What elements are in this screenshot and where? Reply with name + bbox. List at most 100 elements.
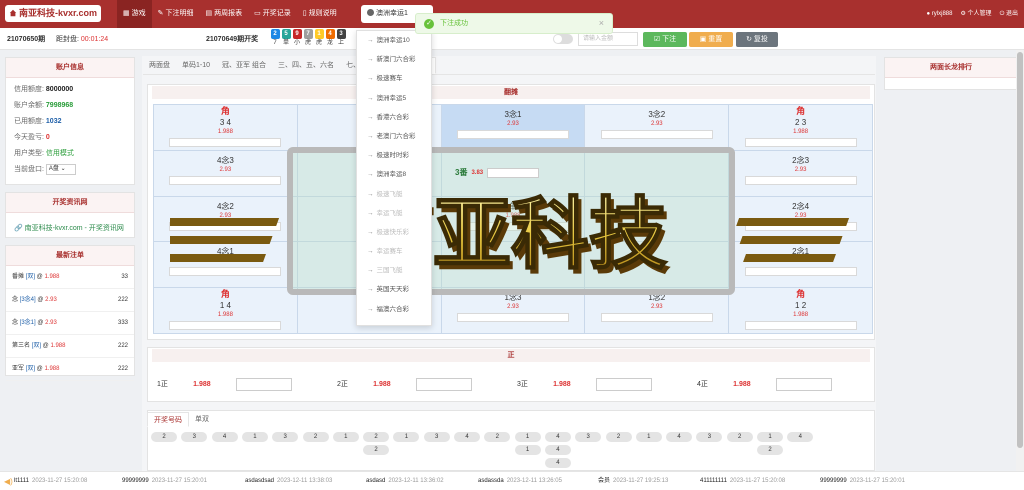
cell-amount-input[interactable] — [169, 321, 282, 331]
bet-cell[interactable]: 1念3 2.93 — [441, 288, 586, 334]
site-logo[interactable]: 南亚科技-kvxr.com — [5, 5, 101, 22]
result-ball: 9 — [292, 29, 302, 39]
cell-amount-input[interactable] — [744, 267, 857, 277]
cell-amount-input[interactable] — [456, 130, 569, 139]
cell-amount-input[interactable] — [600, 130, 713, 139]
zheng-amount-input[interactable] — [235, 377, 292, 391]
bet-cell[interactable]: 2念1 2.93 — [729, 242, 873, 289]
recent-bet-amount: 33 — [121, 274, 128, 280]
bet-cell[interactable]: 4念3 2.93 — [154, 150, 298, 197]
lottery-menu-item[interactable]: → 英国天天彩 — [357, 280, 431, 299]
result-ball-col: 27 — [270, 29, 280, 48]
result-ball-col: 4龙 — [325, 29, 335, 48]
recent-bet-desc: 念 [3念4] @ 2.93 — [12, 289, 57, 311]
lottery-menu-item[interactable]: → 新澳门六合彩 — [357, 50, 431, 69]
lottery-menu-item[interactable]: → 极速飞艇 — [357, 185, 431, 204]
cell-amount-input[interactable] — [169, 267, 282, 277]
result-chip: 3 — [423, 432, 450, 442]
lottery-menu-label: 老澳门六合彩 — [376, 132, 416, 140]
bet-cell[interactable]: 4念2 2.93 — [154, 196, 298, 243]
lottery-menu-item[interactable]: → 澳洲幸运5 — [357, 89, 431, 108]
tab-draw-numbers[interactable]: 开奖号码 — [147, 412, 189, 427]
result-ball-col: 5单 — [281, 29, 291, 48]
recent-bet-code: [双] — [31, 343, 42, 349]
bet-cell[interactable]: 2念3 2.93 — [729, 150, 873, 197]
cell-amount-input[interactable] — [744, 138, 857, 147]
lottery-menu-item[interactable]: → 香港六合彩 — [357, 108, 431, 127]
nav-item-bet-details[interactable]: ✎ 下注明细 — [152, 0, 200, 28]
cell-amount-input[interactable] — [744, 321, 857, 331]
center-bet[interactable]: 3番 3.83 — [455, 167, 540, 178]
check-circle-icon: ✓ — [424, 19, 434, 29]
bet-cell[interactable]: 1念2 2.93 — [585, 288, 730, 334]
lottery-menu-item[interactable]: → 福澳六合彩 — [357, 300, 431, 319]
game-tab[interactable]: 两面盘 — [143, 57, 176, 74]
cell-odds: 2.93 — [219, 212, 232, 219]
grid-icon: ▦ — [123, 10, 130, 17]
bet-cell[interactable]: 3念1 2.93 — [441, 105, 586, 151]
game-tab[interactable]: 三、四、五、六名 — [272, 57, 340, 74]
nav-item-games[interactable]: ▦ 游戏 — [117, 0, 152, 28]
arrow-right-icon: → — [367, 113, 374, 121]
nav-item-reports[interactable]: ▤ 两周报表 — [200, 0, 249, 28]
close-icon[interactable]: × — [599, 18, 604, 29]
amount-input[interactable]: 请输入金额 — [578, 32, 638, 46]
lottery-menu-item[interactable]: → 极速赛车 — [357, 69, 431, 88]
bet-cell[interactable]: 角 3 4 1.988 — [154, 105, 298, 151]
lottery-menu-item[interactable]: → 澳洲幸运8 — [357, 165, 431, 184]
page-scrollbar[interactable] — [1016, 50, 1024, 471]
cell-amount-input[interactable] — [744, 221, 857, 231]
nav-item-rules[interactable]: ▯ 规则说明 — [297, 0, 343, 28]
bet-cell[interactable]: 角1 2 1.988 — [729, 288, 873, 334]
cell-amount-input[interactable] — [600, 313, 713, 323]
game-tab[interactable]: 单码1-10 — [176, 57, 216, 74]
nav-item-draw-records[interactable]: ▭ 开奖记录 — [248, 0, 297, 28]
disk-select[interactable]: A盘 ⌄ — [45, 163, 76, 175]
disk-select-value: A盘 — [48, 165, 59, 172]
tab-odd-even[interactable]: 单双 — [189, 412, 215, 427]
cell-amount-input[interactable] — [744, 175, 857, 185]
cell-name: 4念1 — [216, 247, 234, 257]
cell-amount-input[interactable] — [169, 138, 282, 147]
bet-cell[interactable]: 3念2 2.93 — [585, 105, 730, 151]
arrow-right-icon: → — [367, 37, 374, 44]
lottery-menu-item[interactable]: → 幸运飞艇 — [357, 204, 431, 223]
bet-cell[interactable]: 角 2 3 1.988 — [729, 105, 873, 151]
cell-amount-input[interactable] — [456, 313, 569, 323]
news-link[interactable]: 🔗 南亚科技-kvxr.com - 开奖资讯网 — [6, 213, 134, 243]
cell-amount-input[interactable] — [169, 175, 282, 185]
lottery-menu-item[interactable]: → 老澳门六合彩 — [357, 127, 431, 146]
lottery-menu-item[interactable]: → 幸运赛车 — [357, 242, 431, 261]
lottery-menu-label: 极速赛车 — [376, 75, 403, 83]
lottery-menu-item[interactable]: → 三国飞艇 — [357, 261, 431, 280]
restore-button[interactable]: ↻ 复投 — [736, 32, 778, 47]
center-bet-input[interactable] — [487, 167, 540, 178]
personal-manage-link[interactable]: ⚙ 个人管理 — [960, 0, 991, 28]
current-period: 21070650期 — [7, 36, 46, 43]
recent-bet-code: [3念1] — [19, 320, 36, 326]
ticker-time: 2023-11-27 15:20:01 — [849, 478, 905, 484]
cell-amount-input[interactable] — [169, 221, 282, 231]
zheng-amount-input[interactable] — [415, 377, 472, 391]
recent-bets-panel: 最新注单 番摊 [双] @ 1.988 33 念 [3念4] @ 2.93 222 念 … — [5, 245, 135, 381]
zheng-amount-input[interactable] — [775, 377, 832, 391]
bet-cell[interactable]: 2念4 2.93 — [729, 196, 873, 243]
arrow-right-icon: → — [367, 267, 374, 275]
user-name[interactable]: ● rylxj888 — [927, 0, 953, 28]
zheng-amount-input[interactable] — [595, 377, 652, 391]
nav-label: 下注明细 — [165, 10, 194, 17]
scrollbar-thumb[interactable] — [1017, 52, 1023, 448]
lottery-menu-label: 澳洲幸运8 — [376, 171, 407, 179]
reset-button[interactable]: ▣ 重置 — [689, 32, 733, 47]
game-tab[interactable]: 冠、亚军 组合 — [216, 57, 272, 74]
bet-cell[interactable]: 角1 4 1.988 — [154, 288, 298, 334]
recent-bet-row: 念 [3念1] @ 2.93 333 — [6, 312, 134, 335]
amount-toggle[interactable] — [553, 34, 573, 44]
bet-button[interactable]: ☑ 下注 — [643, 32, 687, 47]
site-logo-text: 南亚科技-kvxr.com — [19, 8, 98, 18]
lottery-menu-item[interactable]: → 极速时时彩 — [357, 146, 431, 165]
lottery-menu-item[interactable]: → 极速快乐彩 — [357, 223, 431, 242]
logout-link[interactable]: ⏻ 退出 — [1000, 0, 1018, 28]
cell-odds: 2.93 — [507, 121, 519, 127]
bet-cell[interactable]: 4念1 2.93 — [154, 242, 298, 289]
